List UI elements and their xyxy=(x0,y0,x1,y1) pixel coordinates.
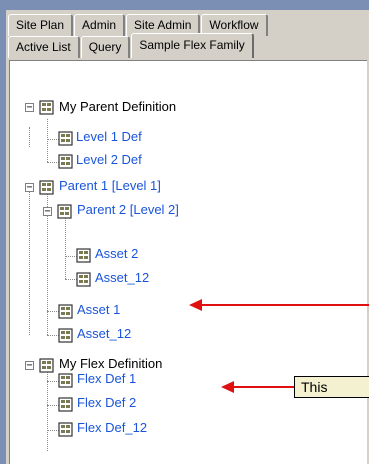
annotation-arrow-head xyxy=(189,299,202,311)
definition-icon xyxy=(39,100,54,115)
annotation-callout: This xyxy=(294,376,369,398)
tree-node-label[interactable]: Asset_12 xyxy=(77,326,131,341)
definition-icon xyxy=(39,358,54,373)
annotation-arrow-head xyxy=(221,381,234,393)
tree-node-label[interactable]: Asset 2 xyxy=(95,246,138,261)
tree-node-label[interactable]: Parent 2 [Level 2] xyxy=(77,202,179,217)
definition-icon xyxy=(58,373,73,388)
tree-connector xyxy=(47,366,48,451)
definition-icon xyxy=(58,154,73,169)
tree-node-label[interactable]: My Parent Definition xyxy=(59,99,176,114)
collapse-toggle[interactable]: − xyxy=(25,103,34,113)
asset-icon xyxy=(58,304,73,319)
tree-view: − My Parent Definition Level 1 Def Level… xyxy=(9,60,367,464)
tree-node-label[interactable]: My Flex Definition xyxy=(59,356,162,371)
tree-node-label[interactable]: Level 2 Def xyxy=(76,152,142,167)
tab-admin[interactable]: Admin xyxy=(74,14,126,36)
asset-icon xyxy=(58,328,73,343)
tab-active-list[interactable]: Active List xyxy=(8,36,80,58)
asset-icon xyxy=(76,248,91,263)
collapse-toggle[interactable]: − xyxy=(25,361,34,371)
tree-node-label[interactable]: Flex Def 2 xyxy=(77,395,136,410)
definition-icon xyxy=(58,422,73,437)
tree-connector xyxy=(29,127,30,147)
tree-node-label[interactable]: Level 1 Def xyxy=(76,129,142,144)
annotation-arrow-line xyxy=(200,304,369,306)
definition-icon xyxy=(57,204,72,219)
tab-site-plan[interactable]: Site Plan xyxy=(8,14,74,36)
tree-node-label[interactable]: Flex Def_12 xyxy=(77,420,147,435)
tree-node-label[interactable]: Asset_12 xyxy=(95,270,149,285)
tree-node-label[interactable]: Asset 1 xyxy=(77,302,120,317)
definition-icon xyxy=(58,131,73,146)
tree-connector xyxy=(47,119,48,162)
tree-connector xyxy=(29,189,30,335)
tab-row-bottom: Active List Query Sample Flex Family xyxy=(8,33,255,58)
tab-sample-flex-family[interactable]: Sample Flex Family xyxy=(131,33,254,58)
asset-icon xyxy=(76,272,91,287)
callout-text: This xyxy=(301,379,328,395)
definition-icon xyxy=(39,180,54,195)
window-frame: Site Plan Admin Site Admin Workflow Acti… xyxy=(0,0,369,464)
tree-node-label[interactable]: Flex Def 1 xyxy=(77,371,136,386)
collapse-toggle[interactable]: − xyxy=(25,183,34,193)
tree-node-label[interactable]: Parent 1 [Level 1] xyxy=(59,178,161,193)
tab-query[interactable]: Query xyxy=(80,36,131,58)
tree-connector xyxy=(65,213,66,279)
collapse-toggle[interactable]: − xyxy=(43,207,52,217)
annotation-arrow-line xyxy=(232,386,294,388)
definition-icon xyxy=(58,397,73,412)
